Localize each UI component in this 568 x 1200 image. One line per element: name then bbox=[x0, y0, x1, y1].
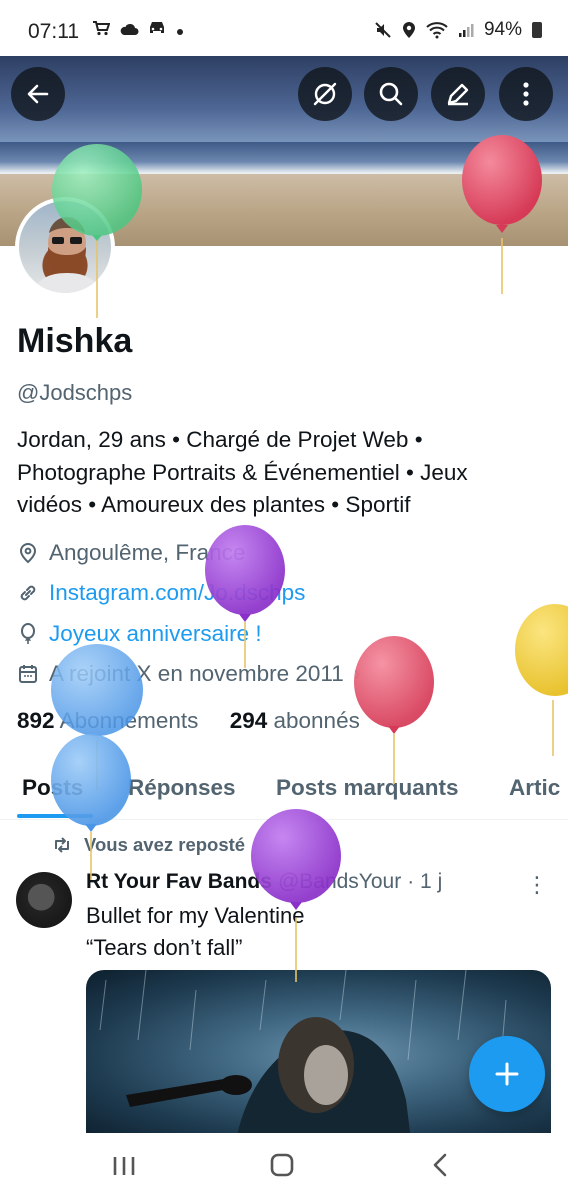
repost-indicator: Vous avez reposté bbox=[52, 834, 245, 856]
following-count: 892 bbox=[17, 708, 55, 733]
compose-button[interactable] bbox=[469, 1036, 545, 1112]
android-nav-bar bbox=[0, 1133, 568, 1200]
back-button[interactable] bbox=[11, 67, 65, 121]
tab-replies[interactable]: Réponses bbox=[128, 775, 236, 801]
edit-icon bbox=[447, 83, 469, 106]
location-icon bbox=[402, 22, 415, 38]
post-author-handle[interactable]: @BandsYour bbox=[278, 870, 401, 894]
battery-icon bbox=[532, 22, 542, 38]
bio-line: Photographe Portraits & Événementiel • J… bbox=[17, 459, 468, 485]
search-icon bbox=[379, 82, 403, 106]
status-time: 07:11 bbox=[28, 20, 79, 43]
home-icon[interactable] bbox=[270, 1153, 294, 1177]
followers-count: 294 bbox=[229, 708, 268, 733]
followers-link[interactable]: 294 abonnés bbox=[230, 708, 360, 733]
profile-name: Mishka bbox=[17, 322, 133, 360]
location-text: Angoulême, France bbox=[49, 540, 246, 565]
profile-tabs: Posts Réponses Posts marquants Artic bbox=[0, 763, 568, 820]
system-icons: 94% bbox=[374, 19, 542, 41]
post-author-avatar[interactable] bbox=[16, 872, 72, 928]
car-icon bbox=[150, 22, 165, 33]
grok-icon bbox=[313, 82, 337, 106]
post-time: · 1 j bbox=[407, 870, 443, 893]
plus-icon bbox=[495, 1062, 519, 1086]
notification-icons bbox=[92, 20, 184, 41]
nav-back-icon[interactable] bbox=[432, 1153, 448, 1177]
tab-articles[interactable]: Artic bbox=[509, 775, 560, 801]
post-line: “Tears don’t fall” bbox=[86, 935, 243, 960]
post-line: Bullet for my Valentine bbox=[86, 903, 305, 928]
balloon-red-mid bbox=[354, 636, 434, 784]
profile-bio: Jordan, 29 ans • Chargé de Projet Web • … bbox=[17, 424, 547, 522]
post-more-icon[interactable]: ⋮ bbox=[526, 872, 548, 898]
signal-icon bbox=[458, 24, 474, 37]
tab-posts[interactable]: Posts bbox=[22, 775, 83, 801]
dot-icon bbox=[177, 29, 184, 35]
link-icon bbox=[17, 582, 39, 604]
follow-stats: 892 Abonnements 294 abonnés bbox=[17, 708, 360, 734]
bio-line: vidéos • Amoureux des plantes • Sportif bbox=[17, 492, 411, 517]
search-button[interactable] bbox=[364, 67, 418, 121]
cloud-icon bbox=[120, 23, 139, 35]
active-tab-indicator bbox=[17, 814, 93, 818]
avatar-photo bbox=[19, 201, 111, 293]
edit-button[interactable] bbox=[431, 67, 485, 121]
profile-handle: @Jodschps bbox=[17, 380, 133, 405]
location-pin-icon bbox=[17, 542, 39, 564]
repost-icon bbox=[55, 837, 69, 853]
status-bar: 07:11 94% bbox=[0, 0, 568, 56]
balloon-icon bbox=[17, 623, 39, 645]
joined-text: A rejoint X en novembre 2011 bbox=[49, 661, 344, 686]
following-link[interactable]: 892 Abonnements bbox=[17, 708, 198, 733]
followers-label: abonnés bbox=[273, 708, 360, 733]
balloon-yellow bbox=[515, 604, 568, 756]
website-link[interactable]: Instagram.com/Jo.dschps bbox=[49, 580, 305, 606]
profile-avatar[interactable] bbox=[15, 197, 115, 297]
back-arrow-icon bbox=[27, 84, 49, 104]
recents-icon[interactable] bbox=[112, 1155, 136, 1177]
post-author-name[interactable]: Rt Your Fav Bands bbox=[86, 870, 272, 894]
profile-joined: A rejoint X en novembre 2011 › bbox=[17, 661, 360, 687]
birthday-text[interactable]: Joyeux anniversaire ! bbox=[49, 621, 262, 647]
profile-website: Instagram.com/Jo.dschps bbox=[17, 580, 305, 606]
following-label: Abonnements bbox=[59, 708, 199, 733]
calendar-icon bbox=[17, 663, 39, 685]
wifi-icon bbox=[426, 22, 448, 39]
profile-location: Angoulême, France bbox=[17, 540, 245, 566]
cart-icon bbox=[93, 21, 111, 36]
more-button[interactable] bbox=[499, 67, 553, 121]
tab-highlights[interactable]: Posts marquants bbox=[276, 775, 459, 801]
bio-line: Jordan, 29 ans • Chargé de Projet Web • bbox=[17, 427, 423, 452]
chevron-right-icon[interactable]: › bbox=[354, 663, 361, 686]
grok-button[interactable] bbox=[298, 67, 352, 121]
repost-label: Vous avez reposté bbox=[84, 834, 246, 855]
more-icon bbox=[523, 82, 529, 106]
mute-icon bbox=[375, 22, 391, 38]
post-text: Bullet for my Valentine “Tears don’t fal… bbox=[86, 900, 304, 964]
battery-percent: 94% bbox=[483, 19, 522, 40]
post-header: Rt Your Fav Bands @BandsYour · 1 j bbox=[86, 870, 442, 894]
profile-birthday: Joyeux anniversaire ! bbox=[17, 621, 262, 647]
